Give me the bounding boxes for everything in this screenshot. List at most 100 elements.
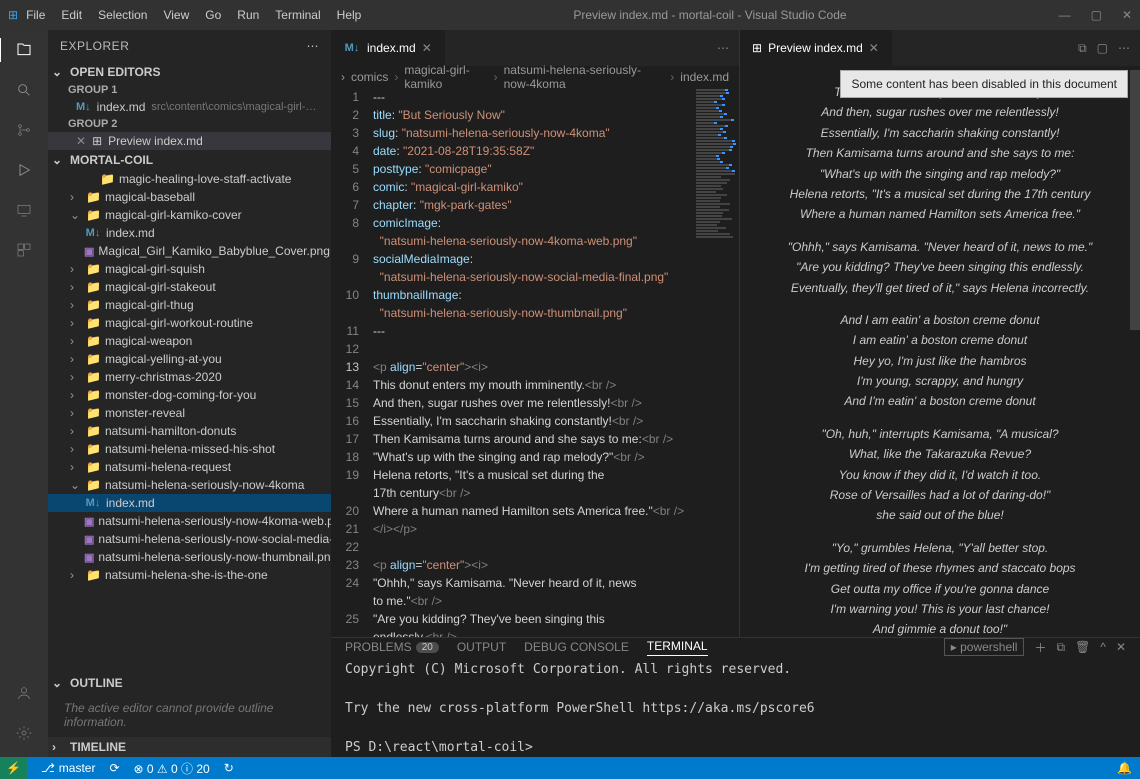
shell-select[interactable]: ▸ powershell xyxy=(944,638,1025,656)
minimap[interactable] xyxy=(694,88,739,637)
group-2-label: GROUP 2 xyxy=(48,116,331,132)
settings-gear-icon[interactable] xyxy=(12,721,36,745)
folder-item[interactable]: ›📁magical-girl-stakeout xyxy=(48,278,331,296)
new-terminal-icon[interactable]: ＋ xyxy=(1034,639,1046,656)
menu-run[interactable]: Run xyxy=(237,8,259,22)
close-button[interactable]: ✕ xyxy=(1122,8,1132,22)
file-item[interactable]: M↓index.md xyxy=(48,494,331,512)
menu-view[interactable]: View xyxy=(163,8,189,22)
split-terminal-icon[interactable]: ⧉ xyxy=(1056,640,1065,655)
markdown-preview[interactable]: This donut enters my mouth imminently.An… xyxy=(740,66,1140,637)
file-item[interactable]: ▣natsumi-helena-seriously-now-4koma-web.… xyxy=(48,512,331,530)
open-file-1[interactable]: M↓ index.md src\content\comics\magical-g… xyxy=(48,98,331,116)
code-editor[interactable]: 1234567891011121314151617181920212223242… xyxy=(331,88,739,637)
open-file-2[interactable]: ✕ ⊞ Preview index.md xyxy=(48,132,331,150)
preview-icon: ⊞ xyxy=(752,41,762,55)
folder-item[interactable]: ›📁monster-reveal xyxy=(48,404,331,422)
extensions-icon[interactable] xyxy=(12,238,36,262)
close-icon[interactable]: ✕ xyxy=(76,134,86,148)
remote-indicator[interactable]: ⚡ xyxy=(0,757,27,779)
terminal-content[interactable]: Copyright (C) Microsoft Corporation. All… xyxy=(331,656,1140,757)
debug-console-tab[interactable]: DEBUG CONSOLE xyxy=(524,640,629,654)
menu-bar: File Edit Selection View Go Run Terminal Help xyxy=(26,8,361,22)
notifications-icon[interactable]: 🔔 xyxy=(1117,761,1132,775)
maximize-panel-icon[interactable]: ^ xyxy=(1100,640,1106,654)
outline-message: The active editor cannot provide outline… xyxy=(48,693,331,737)
file-item[interactable]: ▣natsumi-helena-seriously-now-social-med… xyxy=(48,530,331,548)
close-tab-icon[interactable]: ✕ xyxy=(422,41,432,55)
menu-edit[interactable]: Edit xyxy=(61,8,82,22)
tab-preview[interactable]: ⊞ Preview index.md ✕ xyxy=(740,30,892,66)
scrollbar-thumb[interactable] xyxy=(1130,70,1140,330)
outline-section[interactable]: ⌄OUTLINE xyxy=(48,673,331,693)
markdown-icon: M↓ xyxy=(76,101,91,113)
folder-item[interactable]: ›📁magical-girl-thug xyxy=(48,296,331,314)
explorer-icon[interactable] xyxy=(0,38,47,62)
folder-item[interactable]: ›📁magical-weapon xyxy=(48,332,331,350)
sync-indicator[interactable]: ⟳ xyxy=(109,761,119,775)
editor-tabs-1: M↓ index.md ✕ ⋯ xyxy=(331,30,739,66)
run-debug-icon[interactable] xyxy=(12,158,36,182)
titlebar: ⊞ File Edit Selection View Go Run Terminal Help… xyxy=(0,0,1140,30)
breadcrumb[interactable]: › comics › magical-girl-kamiko › natsumi… xyxy=(331,66,739,88)
terminal-tab[interactable]: TERMINAL xyxy=(647,639,708,656)
open-editors-section[interactable]: ⌄OPEN EDITORS xyxy=(48,62,331,82)
editor-more-icon[interactable]: ⋯ xyxy=(717,41,729,55)
activity-bar xyxy=(0,30,48,757)
close-panel-icon[interactable]: ✕ xyxy=(1116,640,1126,654)
menu-selection[interactable]: Selection xyxy=(98,8,147,22)
branch-indicator[interactable]: ⎇ master xyxy=(41,761,96,775)
refresh-indicator[interactable]: ↻ xyxy=(224,761,234,775)
tab-index-md[interactable]: M↓ index.md ✕ xyxy=(331,30,445,66)
folder-item[interactable]: ›📁natsumi-hamilton-donuts xyxy=(48,422,331,440)
vscode-logo: ⊞ xyxy=(8,8,18,22)
group-1-label: GROUP 1 xyxy=(48,82,331,98)
folder-item[interactable]: ›📁magical-girl-workout-routine xyxy=(48,314,331,332)
folder-item[interactable]: ›📁natsumi-helena-missed-his-shot xyxy=(48,440,331,458)
problems-indicator[interactable]: ⊗ 0 ⚠ 0 ⓘ 20 xyxy=(134,760,210,777)
folder-item[interactable]: ›📁natsumi-helena-request xyxy=(48,458,331,476)
folder-item[interactable]: ›📁magical-baseball xyxy=(48,188,331,206)
folder-item[interactable]: 📁magic-healing-love-staff-activate xyxy=(48,170,331,188)
window-title: Preview index.md - mortal-coil - Visual … xyxy=(369,8,1050,22)
output-tab[interactable]: OUTPUT xyxy=(457,640,506,654)
menu-go[interactable]: Go xyxy=(205,8,221,22)
toggle-icon[interactable]: ▢ xyxy=(1097,41,1108,55)
file-item[interactable]: ▣natsumi-helena-seriously-now-thumbnail.… xyxy=(48,548,331,566)
file-item[interactable]: ▣Magical_Girl_Kamiko_Babyblue_Cover.png xyxy=(48,242,331,260)
folder-item[interactable]: ›📁monster-dog-coming-for-you xyxy=(48,386,331,404)
remote-explorer-icon[interactable] xyxy=(12,198,36,222)
source-control-icon[interactable] xyxy=(12,118,36,142)
folder-item[interactable]: ›📁merry-christmas-2020 xyxy=(48,368,331,386)
search-icon[interactable] xyxy=(12,78,36,102)
menu-file[interactable]: File xyxy=(26,8,45,22)
editor-tabs-2: ⊞ Preview index.md ✕ ⧉ ▢ ⋯ xyxy=(740,30,1140,66)
timeline-section[interactable]: ›TIMELINE xyxy=(48,737,331,757)
account-icon[interactable] xyxy=(12,681,36,705)
folder-item[interactable]: ⌄📁magical-girl-kamiko-cover xyxy=(48,206,331,224)
close-tab-icon[interactable]: ✕ xyxy=(869,41,879,55)
minimize-button[interactable]: — xyxy=(1059,8,1071,22)
markdown-icon: M↓ xyxy=(343,42,361,54)
problems-tab[interactable]: PROBLEMS20 xyxy=(345,640,439,654)
editor-group-1: M↓ index.md ✕ ⋯ › comics › magical-girl-… xyxy=(331,30,740,637)
menu-terminal[interactable]: Terminal xyxy=(275,8,320,22)
file-item[interactable]: M↓index.md xyxy=(48,224,331,242)
trash-icon[interactable]: 🗑 xyxy=(1075,640,1090,654)
explorer-sidebar: EXPLORER ⋯ ⌄OPEN EDITORS GROUP 1 M↓ inde… xyxy=(48,30,331,757)
status-bar: ⚡ ⎇ master ⟳ ⊗ 0 ⚠ 0 ⓘ 20 ↻ 🔔 xyxy=(0,757,1140,779)
folder-item[interactable]: ›📁magical-yelling-at-you xyxy=(48,350,331,368)
menu-help[interactable]: Help xyxy=(337,8,362,22)
folder-item[interactable]: ⌄📁natsumi-helena-seriously-now-4koma xyxy=(48,476,331,494)
disabled-content-toast: Some content has been disabled in this d… xyxy=(840,70,1128,98)
editor-more-icon[interactable]: ⋯ xyxy=(1118,41,1130,55)
explorer-more-icon[interactable]: ⋯ xyxy=(307,39,320,53)
folder-item[interactable]: ›📁magical-girl-squish xyxy=(48,260,331,278)
line-gutter: 1234567891011121314151617181920212223242… xyxy=(331,88,373,637)
code-content[interactable]: ---title: "But Seriously Now"slug: "nats… xyxy=(373,88,739,637)
file-tree: 📁magic-healing-love-staff-activate›📁magi… xyxy=(48,170,331,673)
split-editor-icon[interactable]: ⧉ xyxy=(1078,41,1087,56)
project-section[interactable]: ⌄MORTAL-COIL xyxy=(48,150,331,170)
folder-item[interactable]: ›📁natsumi-helena-she-is-the-one xyxy=(48,566,331,584)
maximize-button[interactable]: ▢ xyxy=(1091,8,1102,22)
